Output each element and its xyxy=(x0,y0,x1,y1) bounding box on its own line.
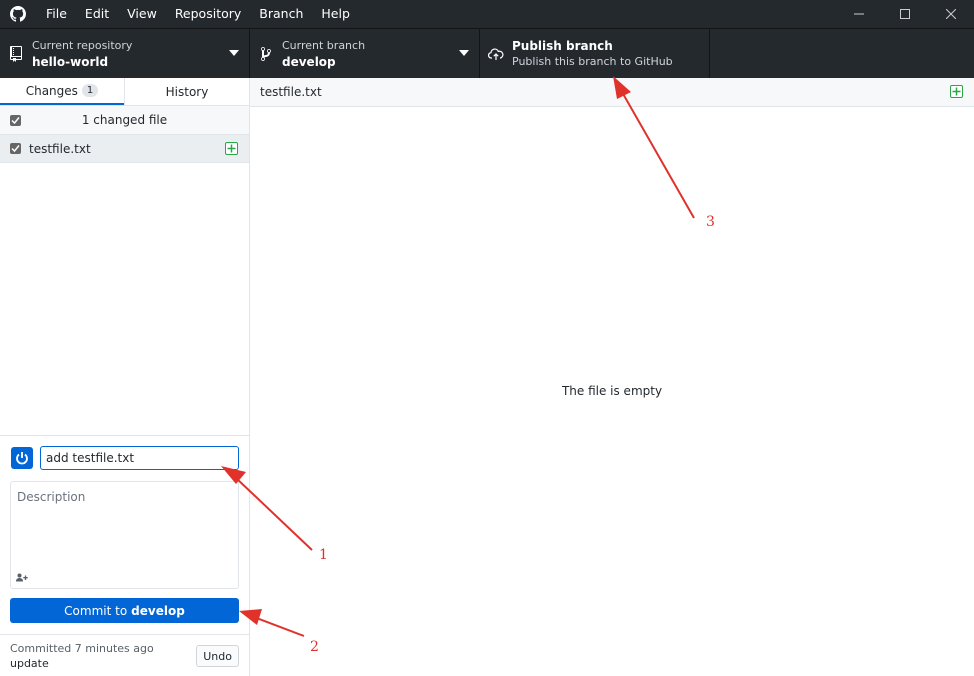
repo-icon xyxy=(0,45,32,62)
chevron-down-icon xyxy=(229,50,239,56)
tab-history[interactable]: History xyxy=(124,78,249,105)
diff-header: testfile.txt xyxy=(250,78,974,107)
tab-changes-label: Changes xyxy=(25,83,78,98)
tab-history-label: History xyxy=(165,84,209,99)
power-icon xyxy=(16,452,28,465)
menu-help[interactable]: Help xyxy=(312,0,359,28)
diff-file-name: testfile.txt xyxy=(260,85,322,99)
annotation-label-1: 1 xyxy=(319,547,328,563)
publish-subtitle: Publish this branch to GitHub xyxy=(512,54,673,68)
empty-file-message: The file is empty xyxy=(561,384,663,398)
publish-title: Publish branch xyxy=(512,38,613,53)
changes-count-badge: 1 xyxy=(81,84,99,97)
diff-pane: testfile.txt The file is empty xyxy=(250,78,974,676)
sidebar: Changes 1 History 1 changed file testfil… xyxy=(0,78,250,676)
branch-label: Current branch xyxy=(282,38,366,52)
close-icon xyxy=(946,9,956,19)
menu-view[interactable]: View xyxy=(118,0,166,28)
description-placeholder: Description xyxy=(17,490,86,504)
menu-file[interactable]: File xyxy=(38,0,76,28)
menu-repository[interactable]: Repository xyxy=(166,0,250,28)
repo-label: Current repository xyxy=(32,38,133,52)
last-commit-info: Committed 7 minutes ago update Undo xyxy=(0,634,249,676)
branch-name: develop xyxy=(282,54,336,69)
minimize-button[interactable] xyxy=(836,0,882,28)
branch-icon xyxy=(250,46,282,62)
current-repository-button[interactable]: Current repository hello-world xyxy=(0,29,250,78)
github-logo-icon xyxy=(8,4,28,24)
last-commit-message: update xyxy=(10,657,49,670)
maximize-button[interactable] xyxy=(882,0,928,28)
commit-button-branch: develop xyxy=(131,603,185,618)
file-added-icon xyxy=(225,142,238,155)
window-controls xyxy=(836,0,974,28)
file-name: testfile.txt xyxy=(29,141,91,156)
cloud-upload-icon xyxy=(480,47,512,61)
close-button[interactable] xyxy=(928,0,974,28)
file-added-icon xyxy=(950,85,963,98)
undo-button[interactable]: Undo xyxy=(196,645,239,667)
checkmark-icon xyxy=(11,145,20,153)
commit-description-field[interactable]: Description xyxy=(10,481,239,589)
minimize-icon xyxy=(854,13,864,15)
changes-header: 1 changed file xyxy=(0,106,249,135)
commit-button-prefix: Commit to xyxy=(64,603,128,618)
maximize-icon xyxy=(900,9,910,19)
file-list-item[interactable]: testfile.txt xyxy=(0,135,249,163)
chevron-down-icon xyxy=(459,50,469,56)
menu-bar: File Edit View Repository Branch Help xyxy=(38,0,359,28)
annotation-label-2: 2 xyxy=(310,639,319,655)
commit-panel: add testfile.txt Description Commit to d… xyxy=(0,435,249,676)
current-branch-button[interactable]: Current branch develop xyxy=(250,29,480,78)
sidebar-tabs: Changes 1 History xyxy=(0,78,249,106)
changed-files-count: 1 changed file xyxy=(81,113,168,127)
title-bar: File Edit View Repository Branch Help xyxy=(0,0,974,28)
menu-branch[interactable]: Branch xyxy=(250,0,312,28)
annotation-label-3: 3 xyxy=(706,214,715,230)
repo-name: hello-world xyxy=(32,54,109,69)
add-coauthor-icon[interactable] xyxy=(16,573,28,582)
tab-changes[interactable]: Changes 1 xyxy=(0,78,124,105)
last-commit-time: Committed 7 minutes ago xyxy=(10,642,154,655)
commit-summary-input[interactable]: add testfile.txt xyxy=(40,446,239,470)
menu-edit[interactable]: Edit xyxy=(76,0,118,28)
github-desktop-window: File Edit View Repository Branch Help Cu… xyxy=(0,0,974,676)
commit-button[interactable]: Commit to develop xyxy=(10,598,239,623)
publish-branch-button[interactable]: Publish branch Publish this branch to Gi… xyxy=(480,29,710,78)
toolbar: Current repository hello-world Current b… xyxy=(0,28,974,78)
file-checkbox[interactable] xyxy=(10,143,21,154)
avatar xyxy=(11,447,33,469)
